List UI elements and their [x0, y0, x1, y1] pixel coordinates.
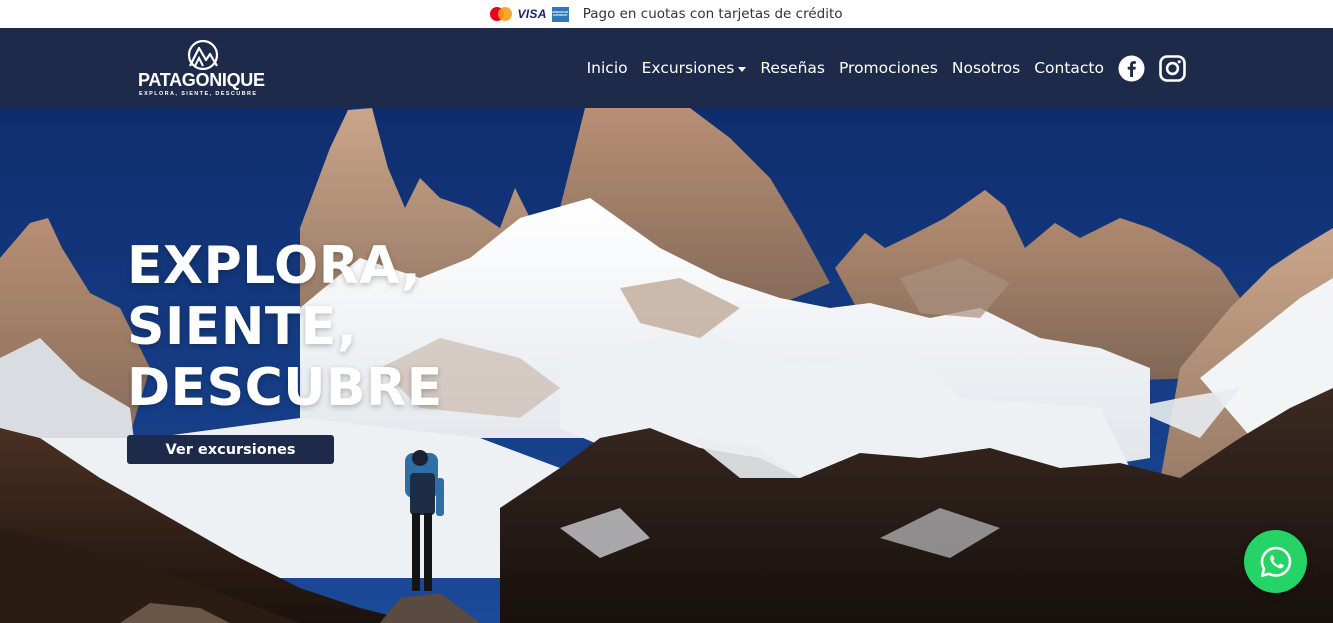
- main-nav: Inicio Excursiones Reseñas Promociones N…: [587, 28, 1186, 108]
- payment-info-bar: VISA AMERICAN EXPRESS Pago en cuotas con…: [0, 0, 1333, 28]
- nav-item-contacto[interactable]: Contacto: [1034, 59, 1104, 77]
- hero-title-line: SIENTE,: [127, 297, 358, 357]
- nav-item-resenas[interactable]: Reseñas: [760, 59, 825, 77]
- nav-label: Promociones: [838, 59, 938, 77]
- payment-info-text: Pago en cuotas con tarjetas de crédito: [582, 6, 843, 22]
- whatsapp-icon[interactable]: [1244, 530, 1307, 593]
- brand-logo[interactable]: PATAGONIQUE EXPLORA, SIENTE, DESCUBRE: [138, 40, 268, 98]
- amex-icon: AMERICAN EXPRESS: [551, 6, 569, 22]
- nav-label: Nosotros: [951, 59, 1021, 77]
- brand-name: PATAGONIQUE: [138, 70, 265, 90]
- nav-label: Excursiones: [641, 59, 735, 77]
- nav-item-nosotros[interactable]: Nosotros: [952, 59, 1020, 77]
- caret-down-icon: [738, 66, 747, 72]
- hero-title-line: DESCUBRE: [127, 358, 443, 418]
- brand-tagline: EXPLORA, SIENTE, DESCUBRE: [139, 91, 258, 97]
- nav-label: Reseñas: [760, 59, 825, 77]
- main-navbar: PATAGONIQUE EXPLORA, SIENTE, DESCUBRE In…: [0, 28, 1333, 108]
- visa-icon: VISA: [517, 7, 547, 21]
- nav-label: Contacto: [1034, 59, 1104, 77]
- hero-title-line: EXPLORA,: [127, 236, 422, 296]
- nav-item-inicio[interactable]: Inicio: [587, 59, 628, 77]
- hero-section: EXPLORA, SIENTE, DESCUBRE Ver excursione…: [0, 108, 1333, 623]
- instagram-icon[interactable]: [1159, 54, 1186, 82]
- nav-item-excursiones[interactable]: Excursiones: [642, 59, 747, 77]
- mountain-logo-icon: [187, 40, 219, 70]
- payment-cards: VISA AMERICAN EXPRESS: [490, 6, 569, 22]
- nav-item-promociones[interactable]: Promociones: [839, 59, 938, 77]
- nav-label: Inicio: [586, 59, 628, 77]
- ver-excursiones-button[interactable]: Ver excursiones: [127, 435, 334, 464]
- hero-title: EXPLORA, SIENTE, DESCUBRE: [127, 236, 443, 419]
- facebook-icon[interactable]: [1118, 55, 1145, 82]
- mastercard-icon: [490, 7, 513, 21]
